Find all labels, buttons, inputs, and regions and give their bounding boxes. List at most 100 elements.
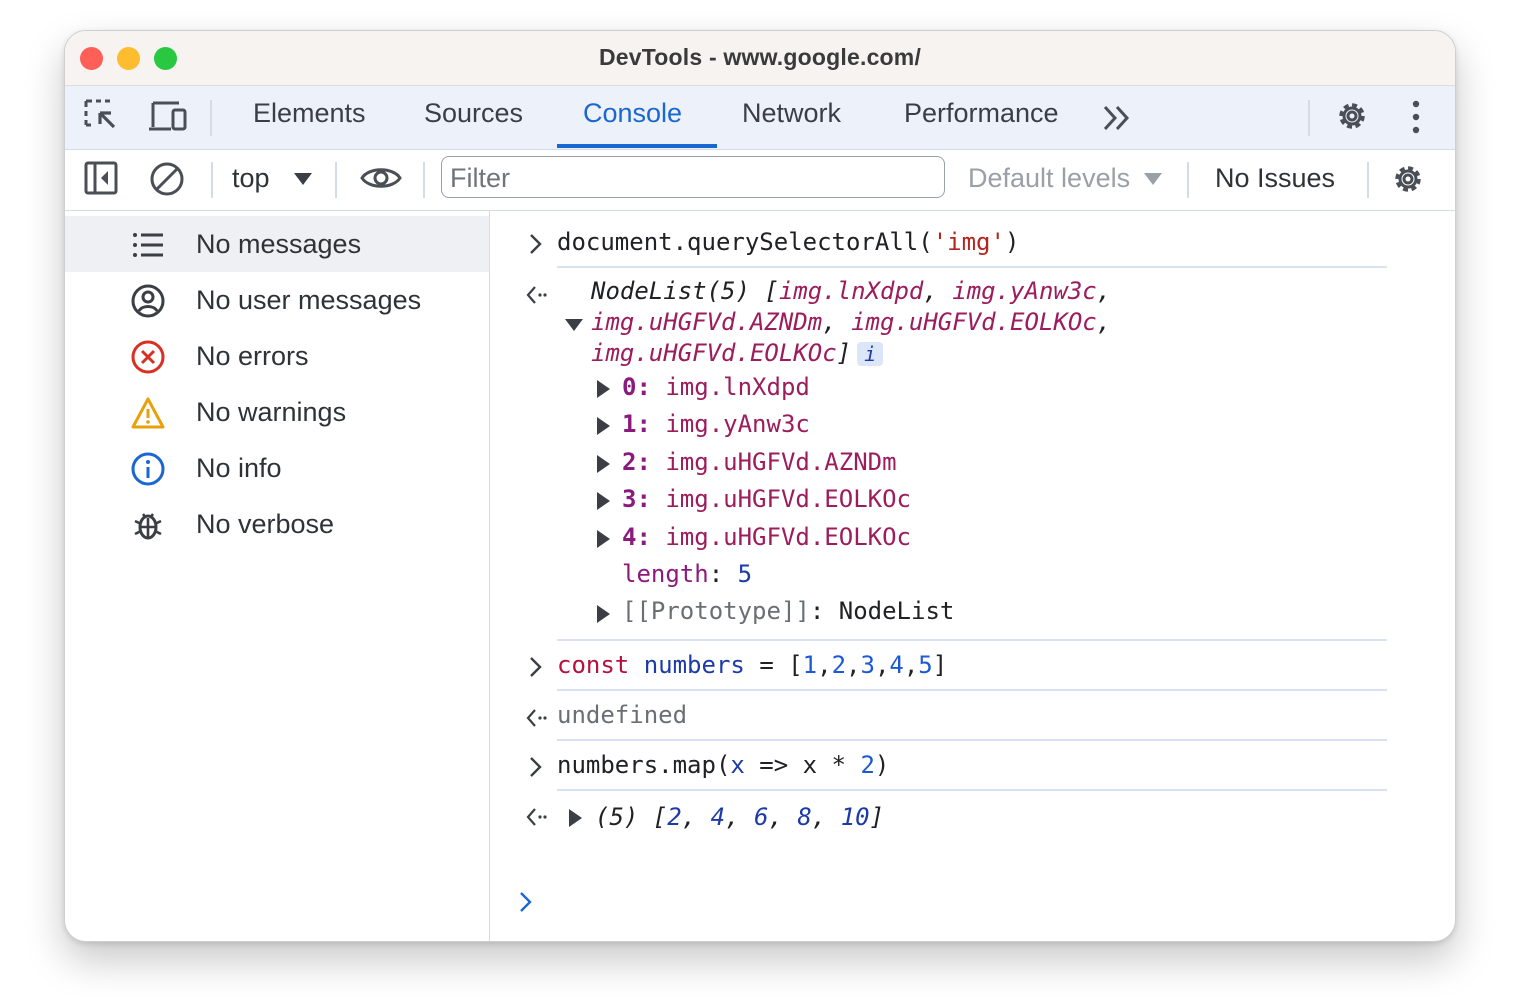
sidebar-item-warnings[interactable]: No warnings xyxy=(65,384,489,440)
tab-sources[interactable]: Sources xyxy=(424,98,523,129)
tab-elements[interactable]: Elements xyxy=(253,98,366,129)
collapsed-triangle-icon[interactable] xyxy=(567,808,583,828)
entry-value: img.yAnw3c xyxy=(665,410,810,438)
console-input-line[interactable]: document.querySelectorAll('img') xyxy=(557,228,1019,256)
code-expression: numbers.map( xyxy=(557,751,731,779)
sidebar-toggle-icon[interactable] xyxy=(83,160,121,198)
user-icon xyxy=(131,284,165,318)
prototype-key: [[Prototype]] xyxy=(622,597,810,625)
console-output[interactable]: document.querySelectorAll('img') NodeLis… xyxy=(491,211,1455,941)
collapsed-triangle-icon[interactable] xyxy=(595,416,611,436)
sidebar-item-label: No verbose xyxy=(196,509,335,539)
dropdown-arrow-icon[interactable] xyxy=(293,172,313,186)
issues-counter[interactable]: No Issues xyxy=(1215,163,1335,194)
console-settings-icon[interactable] xyxy=(1389,160,1427,198)
toolbar-separator xyxy=(335,162,337,198)
input-prompt-icon xyxy=(530,757,542,777)
array-result[interactable]: (5) [2, 4, 6, 8, 10] xyxy=(595,803,884,831)
device-toolbar-icon[interactable] xyxy=(147,98,189,136)
more-tabs-icon[interactable] xyxy=(1101,103,1135,133)
kebab-menu-icon[interactable] xyxy=(1405,98,1427,136)
entry-value: img.lnXdpd xyxy=(665,373,810,401)
nodelist-summary-end: img.uHGFVd.EOLKOc] i xyxy=(591,339,884,367)
nodelist-entry[interactable]: 4: img.uHGFVd.EOLKOc xyxy=(622,523,911,551)
nodelist-entry[interactable]: 0: img.lnXdpd xyxy=(622,373,810,401)
sidebar-item-messages[interactable]: No messages xyxy=(65,216,489,272)
tab-performance[interactable]: Performance xyxy=(904,98,1059,129)
code-expression: document.querySelectorAll( xyxy=(557,228,933,256)
console-input-line[interactable]: numbers.map(x => x * 2) xyxy=(557,751,889,779)
settings-icon[interactable] xyxy=(1333,97,1371,135)
input-prompt-icon xyxy=(530,234,542,254)
length-key: length xyxy=(622,560,709,588)
sidebar-item-verbose[interactable]: No verbose xyxy=(65,496,489,552)
sidebar-item-label: No messages xyxy=(196,229,362,259)
code-number: 2 xyxy=(831,651,847,679)
collapsed-triangle-icon[interactable] xyxy=(595,491,611,511)
bug-icon xyxy=(134,513,162,540)
collapsed-triangle-icon[interactable] xyxy=(595,454,611,474)
entry-key: 0 xyxy=(622,373,637,401)
collapsed-triangle-icon[interactable] xyxy=(595,604,611,624)
log-levels-dropdown[interactable]: Default levels xyxy=(968,163,1130,194)
code-number: 4 xyxy=(889,651,904,679)
entry-key: 2 xyxy=(622,448,637,476)
code-number: 2 xyxy=(860,751,875,779)
code-string: 'img' xyxy=(932,228,1005,256)
collapsed-triangle-icon[interactable] xyxy=(595,529,611,549)
context-label: top xyxy=(232,163,270,193)
filter-placeholder: Filter xyxy=(450,163,510,193)
message-divider xyxy=(557,266,1387,268)
clear-console-icon[interactable] xyxy=(149,160,187,198)
code-operator: = xyxy=(759,651,774,679)
info-icon xyxy=(131,452,165,486)
array-value: 2 xyxy=(667,803,682,831)
sidebar-item-label: No warnings xyxy=(196,397,347,427)
panel-tab-bar: Elements Sources Console Network Perform… xyxy=(65,86,1455,150)
nodelist-entry[interactable]: 1: img.yAnw3c xyxy=(622,410,810,438)
tab-separator xyxy=(1308,100,1310,136)
tab-console[interactable]: Console xyxy=(583,98,682,129)
sidebar-item-info[interactable]: No info xyxy=(65,440,489,496)
active-prompt-icon[interactable] xyxy=(519,891,533,913)
active-tab-indicator xyxy=(557,144,717,148)
context-selector[interactable]: top xyxy=(232,163,270,194)
tab-network[interactable]: Network xyxy=(742,98,841,129)
entry-key: 4 xyxy=(622,523,637,551)
nodelist-prototype[interactable]: [[Prototype]]: NodeList xyxy=(622,597,954,625)
console-sidebar: No messages No user messages No errors N… xyxy=(65,211,490,941)
code-punct: ) xyxy=(1004,228,1020,256)
code-number: 3 xyxy=(860,651,875,679)
error-icon xyxy=(131,340,165,374)
collapsed-triangle-icon[interactable] xyxy=(595,379,611,399)
nodelist-head: NodeList(5) [ xyxy=(591,277,779,305)
nodelist-item: img.lnXdpd xyxy=(778,277,924,305)
nodelist-entry[interactable]: 3: img.uHGFVd.EOLKOc xyxy=(622,485,911,513)
nodelist-entry[interactable]: 2: img.uHGFVd.AZNDm xyxy=(622,448,897,476)
prototype-value: NodeList xyxy=(838,597,955,625)
console-input-line[interactable]: const numbers = [1,2,3,4,5] xyxy=(557,651,947,679)
nodelist-item: img.yAnw3c xyxy=(952,277,1097,305)
sidebar-item-user-messages[interactable]: No user messages xyxy=(65,272,489,328)
array-value: 10 xyxy=(840,803,870,831)
console-toolbar: top Filter Default levels No Issues xyxy=(65,150,1455,211)
nodelist-summary[interactable]: NodeList(5) [img.lnXdpd, img.yAnw3c, xyxy=(591,277,1111,305)
warning-icon xyxy=(131,397,165,429)
filter-input[interactable]: Filter xyxy=(441,156,945,198)
entry-value: img.uHGFVd.AZNDm xyxy=(665,448,897,476)
nodelist-summary-cont: img.uHGFVd.AZNDm, img.uHGFVd.EOLKOc, xyxy=(591,308,1112,336)
levels-dropdown-arrow-icon[interactable] xyxy=(1143,172,1163,186)
inspect-element-icon[interactable] xyxy=(83,98,121,136)
code-number: 1 xyxy=(802,651,818,679)
array-count: (5) xyxy=(595,803,639,831)
live-expression-eye-icon[interactable] xyxy=(359,162,403,194)
entry-value: img.uHGFVd.EOLKOc xyxy=(665,523,911,551)
code-body: x * xyxy=(802,751,861,779)
undefined-result: undefined xyxy=(557,701,688,729)
sidebar-item-errors[interactable]: No errors xyxy=(65,328,489,384)
toolbar-separator xyxy=(1187,162,1189,198)
expanded-triangle-icon[interactable] xyxy=(564,317,584,333)
array-value: 8 xyxy=(797,803,812,831)
info-badge[interactable]: i xyxy=(857,342,884,366)
code-param: x xyxy=(730,751,745,779)
